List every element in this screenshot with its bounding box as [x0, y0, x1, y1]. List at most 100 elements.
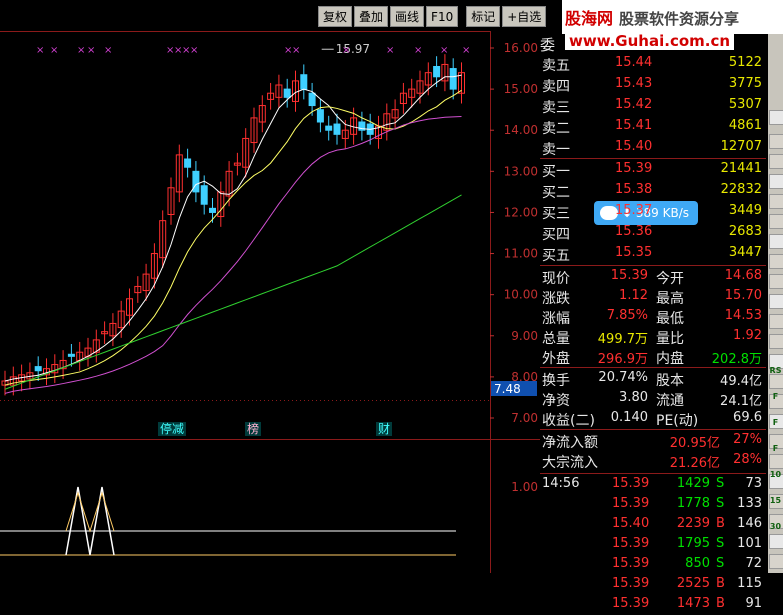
tool-icon[interactable] — [769, 294, 783, 309]
logo-brand: 股海网 — [565, 9, 614, 28]
price-axis-label: 16.00 — [504, 41, 538, 55]
quote-label: 最高 — [656, 291, 684, 307]
bid-row[interactable]: 买二 15.38 22832 — [540, 180, 766, 201]
quote-value: 1.92 — [733, 328, 762, 343]
tick-price: 15.39 — [612, 496, 650, 511]
tool-icon[interactable] — [769, 134, 783, 149]
sidebar-period-icon[interactable]: F — [769, 390, 782, 403]
sidebar-period-icon[interactable]: 15 — [769, 494, 782, 507]
fundamental-value: 0.140 — [610, 410, 648, 425]
tick-side: B — [716, 516, 725, 531]
tick-side: B — [716, 596, 725, 611]
bid-row[interactable]: 买四 15.36 2683 — [540, 222, 766, 243]
candle-body — [316, 109, 324, 123]
fundamental-row: 净资 3.80 流通 24.1亿 — [540, 388, 766, 409]
bid-label: 买一 — [542, 164, 570, 180]
event-label: 停减 — [160, 421, 184, 436]
signal-mark-icon: × — [190, 45, 198, 56]
sidebar-period-icon[interactable]: RS — [769, 364, 782, 377]
fundamental-value: 69.6 — [733, 410, 762, 425]
ask-volume: 5122 — [728, 55, 762, 70]
bid-row[interactable]: 买五 15.35 3447 — [540, 243, 766, 264]
kline-chart[interactable]: 16.0015.0014.0013.0012.0011.0010.009.008… — [0, 31, 540, 573]
quote-value: 15.39 — [610, 268, 648, 283]
tick-count: 133 — [737, 496, 762, 511]
price-axis-label: 7.00 — [511, 411, 538, 425]
price-axis-label: 13.00 — [504, 164, 538, 178]
candle-body — [34, 366, 42, 372]
ask-volume: 12707 — [720, 139, 762, 154]
fundamental-label: 净资 — [542, 393, 570, 409]
add-watchlist-button[interactable]: +自选 — [502, 6, 547, 27]
tick-count: 115 — [737, 576, 762, 591]
mark-button[interactable]: 标记 — [466, 6, 501, 27]
current-price-label: 7.48 — [494, 382, 521, 396]
overlay-button[interactable]: 叠加 — [354, 6, 389, 27]
restore-rights-button[interactable]: 复权 — [318, 6, 353, 27]
sidebar-period-icon[interactable]: F — [769, 442, 782, 455]
tick-volume: 1795 — [676, 536, 710, 551]
tool-icon[interactable] — [769, 314, 783, 329]
ask-row[interactable]: 卖四 15.43 3775 — [540, 74, 766, 95]
tick-price: 15.39 — [612, 576, 650, 591]
price-axis-label: 10.00 — [504, 288, 538, 302]
ask-row[interactable]: 卖三 15.42 5307 — [540, 95, 766, 116]
bid-row[interactable]: 买三 15.37 3449 — [540, 201, 766, 222]
signal-mark-icon: × — [87, 45, 95, 56]
tick-volume: 1473 — [676, 596, 710, 611]
tool-icon[interactable] — [769, 334, 783, 349]
tool-icon[interactable] — [769, 194, 783, 209]
ask-label: 卖四 — [542, 79, 570, 95]
ask-label: 卖二 — [542, 121, 570, 137]
candle-body — [300, 74, 308, 90]
tool-icon[interactable] — [769, 254, 783, 269]
tool-icon[interactable] — [769, 174, 783, 189]
tick-count: 72 — [745, 556, 762, 571]
tool-icon[interactable] — [769, 534, 783, 549]
quote-label: 总量 — [542, 331, 570, 347]
flow-amount: 21.26亿 — [669, 456, 720, 471]
fundamental-value: 49.4亿 — [720, 374, 762, 389]
tool-icon[interactable] — [769, 154, 783, 169]
candle-body — [433, 66, 441, 78]
tick-volume: 2525 — [676, 576, 710, 591]
candle-body — [209, 207, 216, 213]
tick-price: 15.40 — [612, 516, 650, 531]
draw-line-button[interactable]: 画线 — [390, 6, 425, 27]
tick-side: S — [716, 496, 725, 511]
f10-button[interactable]: F10 — [426, 6, 459, 27]
bid-price: 15.39 — [615, 161, 653, 176]
bid-row[interactable]: 买一 15.39 21441 — [540, 159, 766, 180]
sidebar-period-icon[interactable]: 10 — [769, 468, 782, 481]
tick-count: 146 — [737, 516, 762, 531]
candle-body — [333, 123, 341, 135]
quote-value: 7.85% — [606, 308, 648, 323]
quote-label: 涨幅 — [542, 311, 570, 327]
high-annotation: 15.97 — [336, 42, 370, 56]
candle-body — [184, 158, 192, 168]
tick-volume: 1778 — [676, 496, 710, 511]
event-label: 榜 — [247, 421, 259, 436]
quote-value: 296.9万 — [597, 352, 648, 367]
ask-label: 卖一 — [542, 142, 570, 158]
tool-icon[interactable] — [769, 234, 783, 249]
tool-icon[interactable] — [769, 214, 783, 229]
tool-icon[interactable] — [769, 110, 783, 125]
quote-value: 1.12 — [619, 288, 648, 303]
tool-icon[interactable] — [769, 554, 783, 569]
ask-row[interactable]: 卖五 15.44 5122 — [540, 53, 766, 74]
fundamental-value: 20.74% — [598, 370, 648, 385]
tick-side: S — [716, 536, 725, 551]
sidebar-period-icon[interactable]: 30 — [769, 520, 782, 533]
sidebar-period-icon[interactable]: F — [769, 416, 782, 429]
tick-row: 15.39 850 S 72 — [540, 554, 766, 575]
quote-row: 涨跌 1.12 最高 15.70 — [540, 286, 766, 307]
tool-icon[interactable] — [769, 454, 783, 469]
candle-body — [449, 68, 457, 90]
tool-icon[interactable] — [769, 274, 783, 289]
tick-price: 15.39 — [612, 476, 650, 491]
ask-row[interactable]: 卖二 15.41 4861 — [540, 116, 766, 137]
quote-value: 202.8万 — [711, 352, 762, 367]
fundamental-label: 股本 — [656, 373, 684, 389]
ask-row[interactable]: 卖一 15.40 12707 — [540, 137, 766, 158]
